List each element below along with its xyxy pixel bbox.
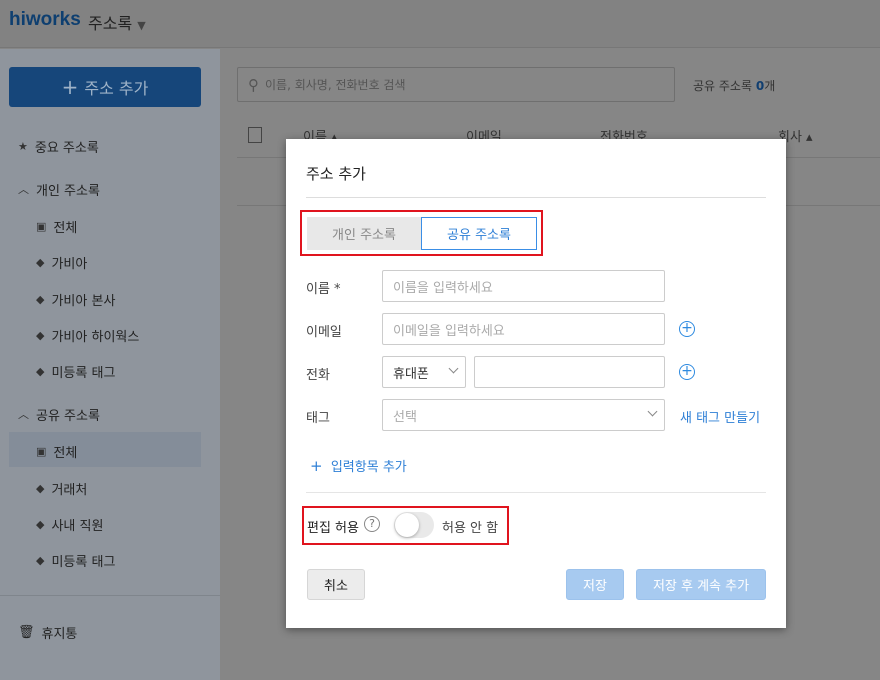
sidebar-item-label: 미등록 태그: [51, 554, 116, 570]
trash-icon: 🗑: [18, 624, 35, 640]
tag-icon: ◆: [36, 292, 45, 306]
tag-placeholder: 선택: [393, 409, 417, 425]
divider: [306, 492, 766, 493]
star-icon: ★: [18, 139, 28, 153]
shared-count: 공유 주소록 0개: [693, 77, 775, 94]
count-label: 공유 주소록: [693, 79, 753, 93]
add-email-plus-icon[interactable]: +: [679, 321, 695, 337]
logo[interactable]: hiworks: [9, 9, 81, 31]
save-button[interactable]: 저장: [566, 569, 624, 600]
add-address-dialog: 주소 추가 개인 주소록 공유 주소록 이름 * 이름을 입력하세요 이메일 이…: [286, 139, 786, 628]
phone-input[interactable]: [474, 356, 665, 388]
plus-icon: +: [310, 457, 323, 475]
edit-permission-toggle[interactable]: [394, 512, 434, 538]
tag-icon: ◆: [36, 481, 45, 495]
tag-icon: ◆: [36, 364, 45, 378]
sidebar-item[interactable]: ◆ 거래처: [36, 478, 87, 498]
sidebar-item-label: 중요 주소록: [34, 140, 99, 156]
sidebar-item[interactable]: ◆ 가비아 본사: [36, 289, 115, 309]
email-label: 이메일: [306, 325, 342, 340]
tag-icon: ◆: [36, 517, 45, 531]
sidebar-item-label: 공유 주소록: [36, 408, 100, 424]
trash-label: 휴지통: [41, 626, 78, 642]
add-field-label: 입력항목 추가: [330, 460, 407, 475]
add-phone-plus-icon[interactable]: +: [679, 364, 695, 380]
save-and-continue-button[interactable]: 저장 후 계속 추가: [636, 569, 766, 600]
sidebar-item-label: 가비아: [51, 256, 88, 272]
chevron-down-icon: [647, 406, 658, 417]
name-input[interactable]: 이름을 입력하세요: [382, 270, 665, 302]
sidebar-item-label: 가비아 본사: [51, 293, 116, 309]
tag-select[interactable]: 선택: [382, 399, 665, 431]
search-input[interactable]: ⚲ 이름, 회사명, 전화번호 검색: [237, 67, 675, 102]
sidebar-item-label: 개인 주소록: [36, 183, 100, 199]
sidebar-item[interactable]: ▣ 전체: [36, 216, 77, 236]
count-value: 0: [755, 79, 765, 93]
email-input[interactable]: 이메일을 입력하세요: [382, 313, 665, 345]
sidebar-item[interactable]: ︿ 공유 주소록: [18, 404, 100, 424]
plus-icon: +: [61, 75, 79, 99]
sidebar-divider: [0, 595, 220, 596]
sidebar-item[interactable]: ◆ 가비아 하이웍스: [36, 325, 139, 345]
cancel-button[interactable]: 취소: [307, 569, 365, 600]
dialog-title: 주소 추가: [306, 165, 366, 183]
select-all-checkbox[interactable]: [248, 127, 262, 143]
sidebar-item-label: 가비아 하이웍스: [51, 329, 140, 345]
help-icon[interactable]: ?: [364, 516, 380, 532]
sidebar-item-trash[interactable]: 🗑 휴지통: [18, 622, 77, 642]
sidebar-item[interactable]: ◆ 사내 직원: [36, 514, 103, 534]
chevron-down-icon: [448, 363, 459, 374]
caret-down-icon: ▼: [137, 19, 146, 32]
add-address-button[interactable]: + 주소 추가: [9, 67, 201, 107]
sidebar-item[interactable]: ◆ 미등록 태그: [36, 550, 115, 570]
tab-personal[interactable]: 개인 주소록: [307, 217, 421, 250]
search-placeholder: 이름, 회사명, 전화번호 검색: [265, 78, 406, 92]
edit-permission-state: 허용 안 함: [442, 521, 499, 536]
app-switcher[interactable]: 주소록 ▼: [88, 10, 146, 34]
edit-permission-label: 편집 허용: [307, 521, 359, 536]
phone-label: 전화: [306, 368, 330, 383]
add-field-button[interactable]: + 입력항목 추가: [310, 456, 407, 475]
new-tag-link[interactable]: 새 태그 만들기: [680, 407, 760, 426]
count-unit: 개: [764, 79, 776, 93]
sidebar-item-label: 사내 직원: [51, 518, 104, 534]
sidebar-item[interactable]: ︿ 개인 주소록: [18, 179, 100, 199]
tag-icon: ◆: [36, 255, 45, 269]
divider: [306, 197, 766, 198]
phone-type-select[interactable]: 휴대폰: [382, 356, 466, 388]
sidebar-item[interactable]: ▣ 전체: [36, 441, 77, 461]
chevron-up-icon: ︿: [18, 183, 29, 196]
sidebar-item-label: 미등록 태그: [51, 365, 116, 381]
sidebar-item-label: 전체: [53, 445, 78, 461]
app-name: 주소록: [88, 14, 133, 33]
contact-icon: ▣: [36, 219, 47, 233]
add-address-label: 주소 추가: [84, 79, 149, 98]
tag-icon: ◆: [36, 328, 45, 342]
search-icon: ⚲: [248, 75, 259, 94]
chevron-up-icon: ︿: [18, 408, 29, 421]
name-label: 이름 *: [306, 282, 341, 297]
sidebar-item[interactable]: ◆ 가비아: [36, 252, 87, 272]
top-header: hiworks 주소록 ▼: [0, 0, 880, 48]
sidebar-item[interactable]: ★ 중요 주소록: [18, 136, 99, 156]
contact-icon: ▣: [36, 444, 47, 458]
sidebar-item-label: 전체: [53, 220, 78, 236]
tag-icon: ◆: [36, 553, 45, 567]
toggle-knob: [395, 513, 419, 537]
sidebar-item-label: 거래처: [51, 482, 88, 498]
tab-shared[interactable]: 공유 주소록: [421, 217, 537, 250]
sidebar-item[interactable]: ◆ 미등록 태그: [36, 361, 115, 381]
phone-type-value: 휴대폰: [393, 366, 429, 382]
tag-label: 태그: [306, 411, 330, 426]
